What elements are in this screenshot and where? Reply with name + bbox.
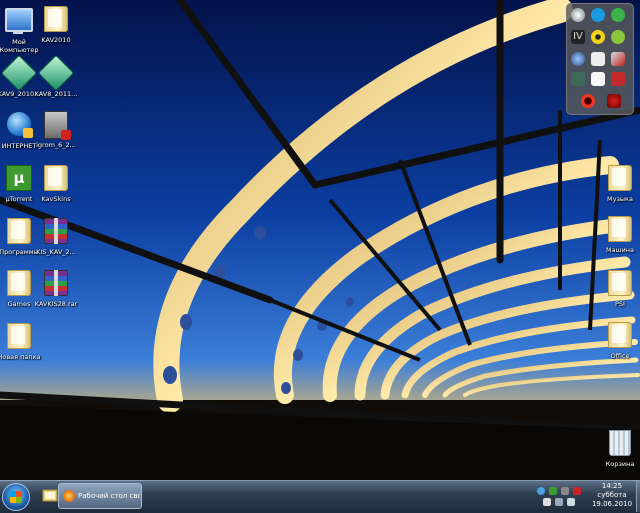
roman-four-icon[interactable]: IV	[571, 30, 585, 44]
network-tray-icon[interactable]	[555, 498, 563, 506]
desktop-icon-label: igrom_6_2...	[36, 141, 76, 149]
desktop-icon-label: KAV8_2011...	[34, 90, 78, 98]
desktop-icon-label: Музыка	[607, 195, 633, 203]
firefox-icon	[63, 490, 75, 502]
utorrent-tray-icon[interactable]	[549, 487, 557, 495]
desktop-icon-label: KAVKIS28.rar	[34, 300, 78, 308]
desktop-icon-kav8[interactable]: KAV8_2011...	[30, 54, 82, 98]
winrar-archive-icon	[42, 218, 70, 246]
recycle-bin-icon	[606, 430, 634, 458]
folder-icon	[606, 165, 634, 193]
desktop-icon-psi[interactable]: PSI	[594, 268, 640, 308]
globe-icon[interactable]	[571, 52, 585, 66]
skype-icon[interactable]	[591, 8, 605, 22]
pen-icon[interactable]	[591, 52, 605, 66]
winrar-archive-icon	[42, 270, 70, 298]
desktop-icon-new-folder[interactable]: Новая папка	[0, 321, 45, 361]
kaspersky-installer-icon	[0, 54, 38, 92]
system-tray	[535, 485, 587, 507]
desktop-icon-label: Корзина	[605, 460, 635, 468]
flag-tray-icon[interactable]	[543, 498, 551, 506]
volume-tray-icon[interactable]	[567, 498, 575, 506]
kaspersky-tray-icon[interactable]	[573, 487, 581, 495]
desktop-icon-office[interactable]: Office	[594, 320, 640, 360]
utorrent-icon: µ	[5, 165, 33, 193]
clock-time: 14:25	[601, 482, 623, 490]
internet-globe-icon	[5, 112, 33, 140]
info-tray-icon[interactable]	[537, 487, 545, 495]
taskbar-window-button[interactable]: Рабочий стол свой ...	[58, 483, 142, 509]
rocket-icon[interactable]	[611, 52, 625, 66]
folder-icon	[5, 218, 33, 246]
launcher-gadget-panel: IV	[566, 3, 634, 115]
folder-icon	[606, 322, 634, 350]
spider-icon[interactable]	[607, 94, 621, 108]
desktop-icon-kis-kav[interactable]: KIS_KAV_2...	[30, 216, 82, 256]
folder-icon	[42, 6, 70, 34]
opera-icon[interactable]	[581, 94, 595, 108]
clock-date: 19.06.2010	[591, 500, 633, 508]
desktop-icon-label: Машина	[606, 246, 634, 254]
desktop-icon-label: KavSkins	[41, 195, 71, 203]
desktop-wallpaper	[0, 0, 640, 480]
search-icon[interactable]	[571, 8, 585, 22]
start-button[interactable]	[2, 483, 30, 511]
folder-icon	[606, 216, 634, 244]
desktop-icon-kavskins[interactable]: KavSkins	[30, 163, 82, 203]
desktop-icon-kavkis28[interactable]: KAVKIS28.rar	[30, 268, 82, 308]
pdf-document-icon	[42, 111, 71, 140]
desktop-icon-igrom[interactable]: igrom_6_2...	[30, 110, 82, 149]
desktop-icon-kav2010[interactable]: KAV2010	[30, 4, 82, 44]
computer-icon	[5, 8, 33, 36]
taskbar: Рабочий стол свой ... 14:25 суббота 19.0…	[0, 480, 640, 513]
windows-logo-icon	[10, 491, 22, 503]
desktop-icon-label: Новая папка	[0, 353, 41, 361]
desktop-icon-recycle-bin[interactable]: Корзина	[594, 428, 640, 468]
tool-icon[interactable]	[571, 72, 585, 86]
folder-icon	[606, 270, 634, 298]
folder-icon	[5, 270, 33, 298]
desktop-icon-label: KIS_KAV_2...	[36, 248, 76, 256]
taskbar-window-label: Рабочий стол свой ...	[78, 492, 140, 500]
folder-icon	[5, 323, 33, 351]
show-desktop-button[interactable]	[636, 481, 640, 512]
taskbar-clock[interactable]: 14:25 суббота 19.06.2010	[588, 482, 636, 509]
explorer-quicklaunch-icon[interactable]	[42, 486, 58, 504]
desktop-icon-label: Office	[610, 352, 630, 360]
desktop-icon-label: PSI	[615, 300, 625, 308]
device-tray-icon[interactable]	[561, 487, 569, 495]
desktop-icon-label: KAV2010	[41, 36, 71, 44]
desktop-icon-mashina[interactable]: Машина	[594, 214, 640, 254]
gear-icon[interactable]	[611, 8, 625, 22]
document-icon[interactable]	[591, 72, 605, 86]
folder-icon	[42, 165, 70, 193]
radiation-icon[interactable]	[591, 30, 605, 44]
bug-icon[interactable]	[611, 30, 625, 44]
clock-day: суббота	[597, 491, 627, 499]
desktop-icon-music[interactable]: Музыка	[594, 163, 640, 203]
red-app-icon[interactable]	[611, 72, 625, 86]
kaspersky-installer-icon	[37, 54, 75, 92]
